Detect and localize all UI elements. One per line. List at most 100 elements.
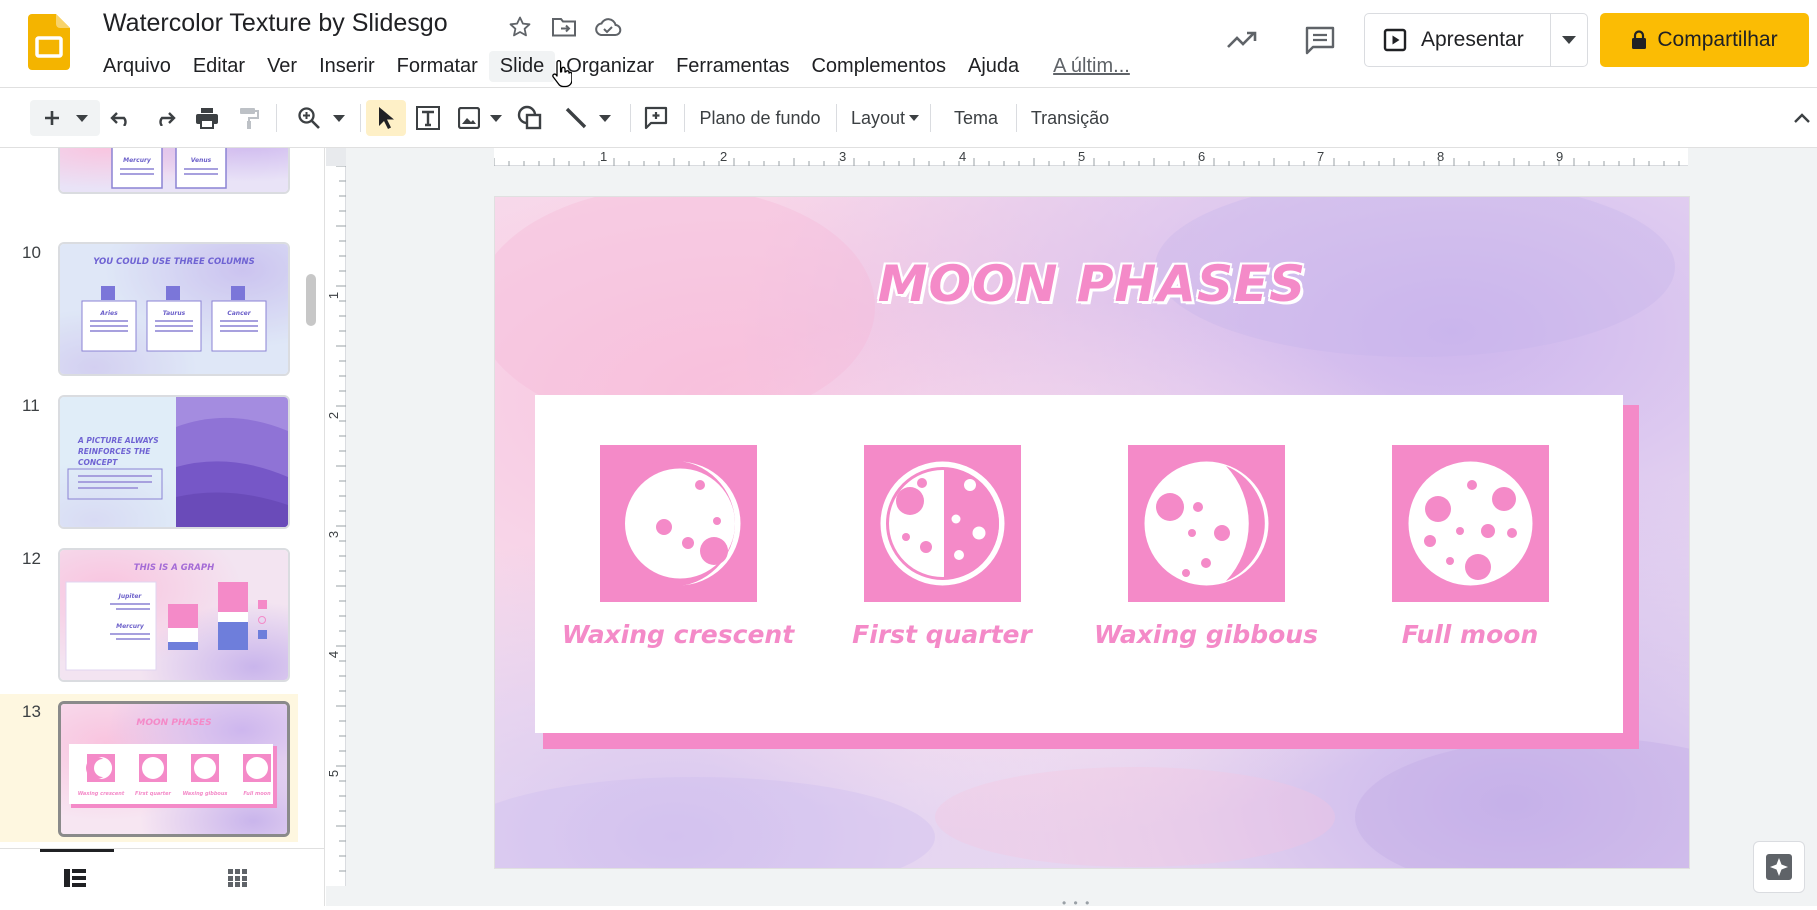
insert-image-button[interactable] [454,100,506,136]
cursor-arrow-icon [379,107,394,129]
hruler-label-8: 8 [1437,149,1445,164]
background-label: Plano de fundo [699,107,821,128]
phase-waxing-crescent[interactable]: Waxing crescent [553,445,803,649]
hruler-label-3: 3 [839,149,847,164]
slide-filmstrip: Mercury Venus 10 YOU COULD USE THREE COL… [0,148,325,906]
text-box-icon [416,106,440,130]
phase-label-waxing-gibbous: Waxing gibbous [1094,620,1318,649]
menu-ver[interactable]: Ver [256,51,308,82]
present-button[interactable]: Apresentar [1365,14,1551,66]
phase-waxing-gibbous[interactable]: Waxing gibbous [1081,445,1331,649]
phase-first-quarter[interactable]: First quarter [817,445,1067,649]
menu-inserir[interactable]: Inserir [308,51,386,82]
add-comment-button[interactable] [638,100,674,136]
thumb9-label-venus: Venus [191,157,212,164]
toolbar: Plano de fundo Layout Tema Transição [0,88,1817,148]
shape-tool[interactable] [512,100,548,136]
phase-label-first-quarter: First quarter [852,620,1032,649]
thumb13-title: MOON PHASES [136,718,211,728]
chevron-down-icon [333,114,345,122]
hruler-label-7: 7 [1317,149,1325,164]
menu-arquivo[interactable]: Arquivo [92,51,182,82]
horizontal-ruler[interactable]: 1 2 3 4 5 6 7 8 9 [494,148,1688,166]
full-moon-icon [1391,445,1549,602]
star-icon[interactable] [505,12,535,42]
share-label: Compartilhar [1657,28,1778,51]
hruler-label-4: 4 [959,149,967,164]
move-folder-icon[interactable] [549,12,579,42]
present-label: Apresentar [1421,28,1524,51]
share-button[interactable]: Compartilhar [1600,13,1809,67]
slides-logo-icon[interactable] [28,14,70,70]
cloud-saved-icon[interactable] [593,12,623,42]
zoom-button[interactable] [290,100,352,136]
menu-bar: Arquivo Editar Ver Inserir Formatar Slid… [92,50,1141,82]
phase-full-moon[interactable]: Full moon [1345,445,1595,649]
background-button[interactable]: Plano de fundo [692,100,828,136]
slide-thumbnail-9[interactable]: Mercury Venus [58,148,290,194]
slide-title[interactable]: MOON PHASES [495,255,1689,313]
line-tool[interactable] [556,100,618,136]
menu-ajuda[interactable]: Ajuda [957,51,1030,82]
new-slide-button[interactable] [30,100,100,136]
panel-resize-handle[interactable]: • • • [1062,896,1091,910]
redo-button[interactable] [148,100,182,136]
slide-thumbnail-13[interactable]: MOON PHASES Waxing crescent First quarte… [58,701,290,837]
chevron-up-icon [1794,112,1810,123]
menu-slide[interactable]: Slide [488,50,556,82]
thumb12-label-mercury: Mercury [116,623,145,630]
chevron-down-icon [76,114,88,122]
text-box-tool[interactable] [410,100,446,136]
vertical-ruler[interactable]: 1 2 3 4 5 [326,166,346,886]
thumb12-label-jupiter: Jupiter [118,593,143,600]
document-title[interactable]: Watercolor Texture by Slidesgo [103,9,448,38]
activity-trend-icon[interactable] [1222,20,1262,60]
theme-button[interactable]: Tema [940,100,1012,136]
grid-view-icon[interactable] [228,869,248,887]
transition-label: Transição [1030,107,1110,128]
slide-thumbnail-11[interactable]: A PICTURE ALWAYS REINFORCES THE CONCEPT [58,395,290,529]
first-quarter-icon [863,445,1021,602]
last-edit-link[interactable]: A últim... [1042,51,1141,82]
thumb10-title: YOU COULD USE THREE COLUMNS [93,257,255,267]
app-header: Watercolor Texture by Slidesgo Arquivo E… [0,0,1817,88]
chevron-down-icon [599,114,611,122]
phase-label-full-moon: Full moon [1401,620,1539,649]
hruler-label-2: 2 [720,149,728,164]
menu-formatar[interactable]: Formatar [386,51,489,82]
explore-sparkle-icon [1766,854,1792,880]
vruler-label-1: 1 [326,291,342,300]
menu-editar[interactable]: Editar [182,51,256,82]
transition-button[interactable]: Transição [1024,100,1116,136]
slide-number-12: 12 [22,549,41,568]
menu-complementos[interactable]: Complementos [800,51,957,82]
list-view-icon[interactable] [64,869,86,887]
collapse-toolbar-button[interactable] [1790,100,1814,136]
slide-thumbnail-12[interactable]: THIS IS A GRAPH Jupiter Mercury [58,548,290,682]
filmstrip-scrollbar[interactable] [306,274,316,326]
print-button[interactable] [190,100,224,136]
hruler-label-6: 6 [1198,149,1206,164]
theme-label: Tema [953,107,998,128]
present-options-dropdown[interactable] [1551,36,1587,44]
hruler-label-1: 1 [600,149,608,164]
thumb9-label-mercury: Mercury [123,157,152,164]
slide-number-10: 10 [22,243,41,262]
paint-format-button[interactable] [232,100,266,136]
phases-card[interactable]: Waxing crescent First quarter Waxing gib… [535,395,1623,733]
undo-button[interactable] [104,100,138,136]
thumb10-col-aries: Aries [99,310,118,317]
chevron-down-icon [490,114,502,122]
vruler-label-4: 4 [326,650,342,659]
comments-icon[interactable] [1300,20,1340,60]
plus-icon [45,111,59,125]
layout-button[interactable]: Layout [846,100,924,136]
explore-button[interactable] [1753,841,1805,893]
slide-thumbnail-10[interactable]: YOU COULD USE THREE COLUMNS Aries Taurus… [58,242,290,376]
slide-canvas[interactable]: MOON PHASES Waxing crescent First quarte… [494,196,1690,869]
hand-cursor-icon [552,60,572,88]
present-button-group: Apresentar [1364,13,1588,67]
vruler-label-2: 2 [326,411,342,420]
select-tool[interactable] [366,100,406,136]
menu-ferramentas[interactable]: Ferramentas [665,51,800,82]
